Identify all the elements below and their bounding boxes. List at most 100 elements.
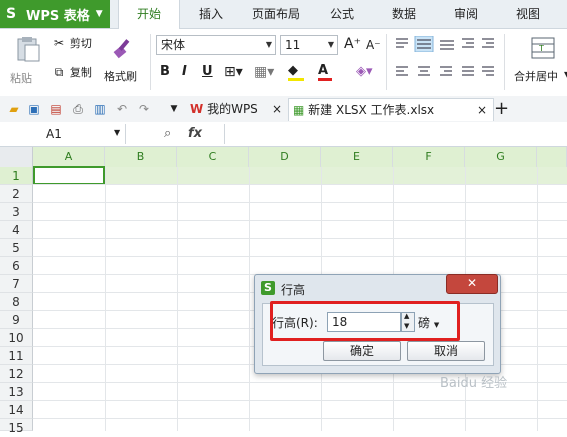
row-header-7[interactable]: 7 bbox=[0, 275, 33, 293]
clear-format-icon[interactable]: ◈▾ bbox=[356, 64, 373, 79]
divider bbox=[504, 34, 505, 90]
gridline bbox=[105, 167, 106, 431]
undo-icon[interactable]: ↶ bbox=[114, 101, 130, 117]
highlight-box bbox=[270, 301, 460, 341]
fill-pattern-icon[interactable]: ▦▾ bbox=[254, 64, 274, 80]
select-all-corner[interactable] bbox=[0, 147, 33, 167]
row-header-5[interactable]: 5 bbox=[0, 239, 33, 257]
gridline bbox=[537, 167, 538, 431]
save-icon[interactable]: ▣ bbox=[26, 101, 42, 117]
chevron-down-icon: ▼ bbox=[95, 9, 103, 19]
row-header-8[interactable]: 8 bbox=[0, 293, 33, 311]
divider bbox=[150, 34, 151, 90]
column-header-a[interactable]: A bbox=[33, 147, 105, 167]
print-icon[interactable]: ⎙ bbox=[70, 101, 86, 117]
close-icon[interactable]: × bbox=[477, 99, 487, 121]
row-header-15[interactable]: 15 bbox=[0, 419, 33, 435]
tab-workbook[interactable]: ▦ 新建 XLSX 工作表.xlsx × bbox=[288, 98, 494, 121]
tab-label: 新建 XLSX 工作表.xlsx bbox=[308, 103, 435, 117]
decrease-font-icon[interactable]: A⁻ bbox=[366, 38, 381, 52]
alignment-top-icons[interactable] bbox=[394, 36, 498, 52]
gridline bbox=[33, 184, 567, 185]
fx-button[interactable]: fx bbox=[188, 126, 202, 141]
column-header-b[interactable]: B bbox=[105, 147, 177, 167]
open-folder-icon[interactable]: ▰ bbox=[6, 101, 22, 117]
new-tab-button[interactable]: + bbox=[494, 98, 509, 120]
bold-button[interactable]: B bbox=[160, 64, 170, 79]
chevron-down-icon: ▼ bbox=[114, 128, 121, 137]
gridline bbox=[249, 167, 250, 431]
merge-center-button[interactable]: T 合并居中 ▼ bbox=[512, 34, 567, 92]
row-header-2[interactable]: 2 bbox=[0, 185, 33, 203]
font-size-select[interactable]: 11 ▼ bbox=[280, 35, 338, 55]
row-header-12[interactable]: 12 bbox=[0, 365, 33, 383]
tab-data[interactable]: 数据 bbox=[380, 0, 428, 28]
gridline bbox=[177, 167, 178, 431]
divider bbox=[224, 124, 225, 144]
row-header-9[interactable]: 9 bbox=[0, 311, 33, 329]
tab-review[interactable]: 审阅 bbox=[442, 0, 490, 28]
row-header-11[interactable]: 11 bbox=[0, 347, 33, 365]
column-header-g[interactable]: G bbox=[465, 147, 537, 167]
chevron-down-icon[interactable]: ▼ bbox=[166, 101, 182, 117]
italic-button[interactable]: I bbox=[182, 64, 187, 79]
print-preview-icon[interactable]: ▥ bbox=[92, 101, 108, 117]
tab-label: 我的WPS bbox=[207, 102, 258, 116]
copy-icon: ⧉ bbox=[54, 65, 64, 79]
clipboard-icon bbox=[17, 37, 40, 62]
ok-button[interactable]: 确定 bbox=[323, 341, 401, 361]
active-cell-a1[interactable] bbox=[33, 166, 105, 185]
row-header-3[interactable]: 3 bbox=[0, 203, 33, 221]
tab-view[interactable]: 视图 bbox=[504, 0, 552, 28]
name-box[interactable]: A1 ▼ bbox=[0, 124, 126, 144]
dialog-close-button[interactable]: ✕ bbox=[446, 274, 498, 294]
wps-logo-icon: S bbox=[261, 281, 275, 295]
dialog-title: 行高 bbox=[281, 283, 306, 297]
tab-formulas[interactable]: 公式 bbox=[318, 0, 366, 28]
underline-button[interactable]: U bbox=[202, 64, 213, 79]
merge-center-label: 合并居中 bbox=[514, 70, 558, 83]
selected-row bbox=[33, 167, 567, 185]
cell-ref: A1 bbox=[46, 127, 62, 141]
svg-text:T: T bbox=[538, 44, 544, 53]
cut-label: 剪切 bbox=[69, 37, 92, 50]
fill-color-icon[interactable]: ◆ bbox=[288, 63, 310, 81]
font-name-value: 宋体 bbox=[161, 38, 186, 52]
row-header-1[interactable]: 1 bbox=[0, 167, 33, 185]
row-header-6[interactable]: 6 bbox=[0, 257, 33, 275]
tab-page-layout[interactable]: 页面布局 bbox=[244, 0, 308, 28]
copy-button[interactable]: ⧉ 复制 bbox=[52, 64, 102, 82]
app-title: WPS 表格 bbox=[26, 8, 90, 24]
format-painter-button[interactable]: 格式刷 bbox=[102, 34, 144, 92]
format-painter-label: 格式刷 bbox=[104, 70, 137, 83]
row-header-13[interactable]: 13 bbox=[0, 383, 33, 401]
close-icon[interactable]: × bbox=[272, 98, 282, 120]
font-name-select[interactable]: 宋体 ▼ bbox=[156, 35, 276, 55]
row-header-10[interactable]: 10 bbox=[0, 329, 33, 347]
tab-insert[interactable]: 插入 bbox=[186, 0, 236, 28]
column-header-h[interactable] bbox=[537, 147, 567, 167]
column-header-f[interactable]: F bbox=[393, 147, 465, 167]
font-color-icon[interactable]: A bbox=[318, 63, 338, 81]
font-size-value: 11 bbox=[285, 38, 301, 52]
tab-my-wps[interactable]: W 我的WPS × bbox=[186, 98, 286, 120]
tab-home[interactable]: 开始 bbox=[118, 0, 180, 29]
column-header-e[interactable]: E bbox=[321, 147, 393, 167]
chevron-down-icon: ▼ bbox=[265, 40, 272, 49]
cancel-button[interactable]: 取消 bbox=[407, 341, 485, 361]
app-menu-button[interactable]: S WPS 表格 ▼ bbox=[0, 0, 110, 28]
brush-icon bbox=[113, 39, 130, 59]
increase-font-icon[interactable]: A⁺ bbox=[344, 36, 361, 52]
row-header-4[interactable]: 4 bbox=[0, 221, 33, 239]
paste-button[interactable]: 粘贴 bbox=[10, 34, 46, 94]
alignment-horizontal-icons[interactable] bbox=[394, 64, 498, 80]
watermark: Baidu 经验 bbox=[440, 376, 508, 391]
column-header-d[interactable]: D bbox=[249, 147, 321, 167]
cut-button[interactable]: ✂ 剪切 bbox=[52, 35, 102, 53]
column-header-c[interactable]: C bbox=[177, 147, 249, 167]
redo-icon[interactable]: ↷ bbox=[136, 101, 152, 117]
export-pdf-icon[interactable]: ▤ bbox=[48, 101, 64, 117]
row-header-14[interactable]: 14 bbox=[0, 401, 33, 419]
zoom-search-icon[interactable]: ⌕ bbox=[164, 126, 171, 141]
border-icon[interactable]: ⊞▾ bbox=[224, 64, 243, 80]
